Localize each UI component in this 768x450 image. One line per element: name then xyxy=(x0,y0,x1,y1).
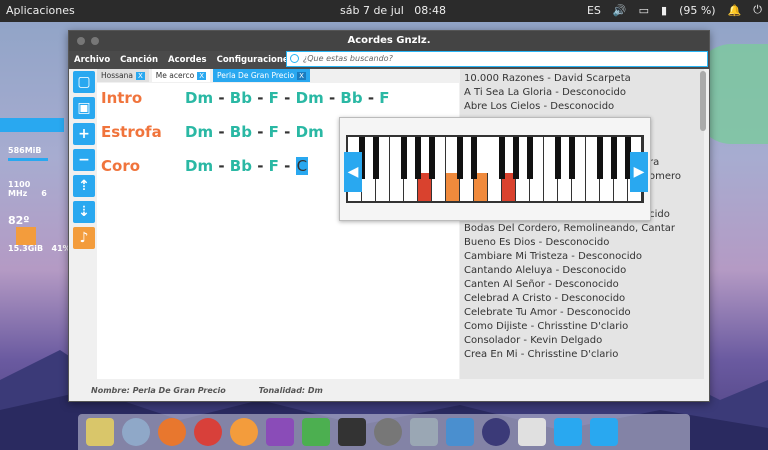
next-chord-button[interactable]: ▶ xyxy=(630,152,648,192)
piano-black-key xyxy=(415,137,421,179)
close-tab-icon[interactable]: X xyxy=(197,71,207,80)
list-item[interactable]: Abre Los Cielos - Desconocido xyxy=(464,100,700,114)
piano-chord-viewer: ◀ ▶ xyxy=(339,117,651,221)
instrument-button[interactable]: ♪ xyxy=(73,227,95,249)
menu-acordes[interactable]: Acordes xyxy=(163,55,212,65)
firefox-icon[interactable] xyxy=(158,418,186,446)
settings-icon[interactable] xyxy=(374,418,402,446)
list-item[interactable]: Bueno Es Dios - Desconocido xyxy=(464,236,700,250)
piano-black-key xyxy=(569,137,575,179)
chords-app-icon-2[interactable] xyxy=(590,418,618,446)
section-coro: Coro Dm - Bb - F - C xyxy=(101,157,309,175)
top-panel: Aplicaciones sáb 7 de jul 08:48 ES 🔊 ▭ ▮… xyxy=(0,0,768,22)
list-item[interactable]: Crea En Mi - Chrisstine D'clario xyxy=(464,348,700,362)
list-item[interactable]: A Ti Sea La Gloria - Desconocido xyxy=(464,86,700,100)
tab-hossana[interactable]: Hossana X xyxy=(97,69,149,82)
clock[interactable]: sáb 7 de jul 08:48 xyxy=(340,4,446,17)
applications-menu[interactable]: Aplicaciones xyxy=(6,4,75,17)
cpu-widget xyxy=(0,118,64,132)
chords-app-icon[interactable] xyxy=(554,418,582,446)
previous-chord-button[interactable]: ◀ xyxy=(344,152,362,192)
list-item[interactable]: Consolador - Kevin Delgado xyxy=(464,334,700,348)
text-cursor-selection: C xyxy=(295,157,309,175)
list-item[interactable]: Cantando Aleluya - Desconocido xyxy=(464,264,700,278)
section-intro: Intro Dm - Bb - F - Dm - Bb - F xyxy=(101,89,390,107)
music-player-icon[interactable] xyxy=(230,418,258,446)
chromium-icon[interactable] xyxy=(122,418,150,446)
list-item[interactable]: Bodas Del Cordero, Remolineando, Cantar xyxy=(464,222,700,236)
song-list[interactable]: 10.000 Razones - David Scarpeta A Ti Sea… xyxy=(460,69,704,379)
minimize-button[interactable] xyxy=(91,37,99,45)
piano-black-key xyxy=(471,137,477,179)
files-icon[interactable] xyxy=(302,418,330,446)
notifications-icon[interactable]: 🔔 xyxy=(728,4,742,17)
memory-widget: 586MiB xyxy=(0,144,70,166)
search-icon xyxy=(290,54,299,63)
tab-me-acerco[interactable]: Me acerco X xyxy=(151,69,211,82)
status-bar: Nombre: Perla De Gran Precio Tonalidad: … xyxy=(69,381,709,401)
piano-black-key xyxy=(429,137,435,179)
window-titlebar[interactable]: Acordes Gnzlz. xyxy=(69,31,709,51)
close-tab-icon[interactable]: X xyxy=(136,71,145,80)
list-scrollbar[interactable] xyxy=(700,71,706,131)
section-estrofa: Estrofa Dm - Bb - F - Dm xyxy=(101,123,324,141)
song-tabs: Hossana X Me acerco X Perla De Gran Precio… xyxy=(97,69,313,82)
menu-cancion[interactable]: Canción xyxy=(115,55,163,65)
piano-keyboard xyxy=(346,135,644,203)
volume-icon[interactable]: 🔊 xyxy=(613,4,627,17)
vivaldi-icon[interactable] xyxy=(194,418,222,446)
freq-widget: 1100 MHz 6 xyxy=(8,180,47,198)
store-icon[interactable] xyxy=(410,418,438,446)
list-item[interactable]: Como Dijiste - Chrisstine D'clario xyxy=(464,320,700,334)
keyboard-layout[interactable]: ES xyxy=(587,4,601,17)
image-icon-button[interactable]: ▣ xyxy=(73,97,95,119)
transpose-down-button[interactable]: ⇣ xyxy=(73,201,95,223)
tab-perla[interactable]: Perla De Gran Precio X xyxy=(213,69,310,82)
piano-black-key xyxy=(373,137,379,179)
notes-app-icon[interactable] xyxy=(86,418,114,446)
list-item[interactable]: Canten Al Señor - Desconocido xyxy=(464,278,700,292)
list-item[interactable]: Cambiare Mi Tristeza - Desconocido xyxy=(464,250,700,264)
video-player-icon[interactable] xyxy=(266,418,294,446)
piano-black-key xyxy=(457,137,463,179)
dock xyxy=(78,414,690,450)
list-item[interactable]: Celebrate Tu Amor - Desconocido xyxy=(464,306,700,320)
status-key: Tonalidad: Dm xyxy=(258,386,323,395)
app-icon[interactable] xyxy=(446,418,474,446)
terminal-icon[interactable] xyxy=(338,418,366,446)
battery-percent: (95 %) xyxy=(679,3,716,17)
list-item[interactable]: 10.000 Razones - David Scarpeta xyxy=(464,72,700,86)
close-window-button[interactable] xyxy=(77,37,85,45)
transpose-up-button[interactable]: ⇡ xyxy=(73,175,95,197)
piano-black-key xyxy=(401,137,407,179)
add-button[interactable]: + xyxy=(73,123,95,145)
piano-black-key xyxy=(611,137,617,179)
eclipse-icon[interactable] xyxy=(482,418,510,446)
close-tab-icon[interactable]: X xyxy=(297,71,306,80)
window-title: Acordes Gnzlz. xyxy=(347,35,431,46)
temperature-widget: 82º xyxy=(0,210,64,245)
remove-button[interactable]: − xyxy=(73,149,95,171)
piano-black-key xyxy=(527,137,533,179)
search-input[interactable]: ¿Que estas buscando? xyxy=(286,51,708,67)
disk-widget: 15.3GiB 41% xyxy=(8,244,71,253)
battery-icon[interactable]: ▮ xyxy=(661,4,667,17)
piano-black-key xyxy=(513,137,519,179)
display-icon[interactable]: ▭ xyxy=(639,4,649,17)
piano-black-key xyxy=(499,137,505,179)
editor-icon[interactable] xyxy=(518,418,546,446)
piano-black-key xyxy=(597,137,603,179)
menu-archivo[interactable]: Archivo xyxy=(69,55,115,65)
power-icon[interactable]: ⏻ xyxy=(753,3,762,17)
piano-black-key xyxy=(555,137,561,179)
side-toolbar: ▢ ▣ + − ⇡ ⇣ ♪ xyxy=(73,71,95,249)
list-item[interactable]: Celebrad A Cristo - Desconocido xyxy=(464,292,700,306)
status-name: Nombre: Perla De Gran Precio xyxy=(91,386,226,395)
window-icon-button[interactable]: ▢ xyxy=(73,71,95,93)
